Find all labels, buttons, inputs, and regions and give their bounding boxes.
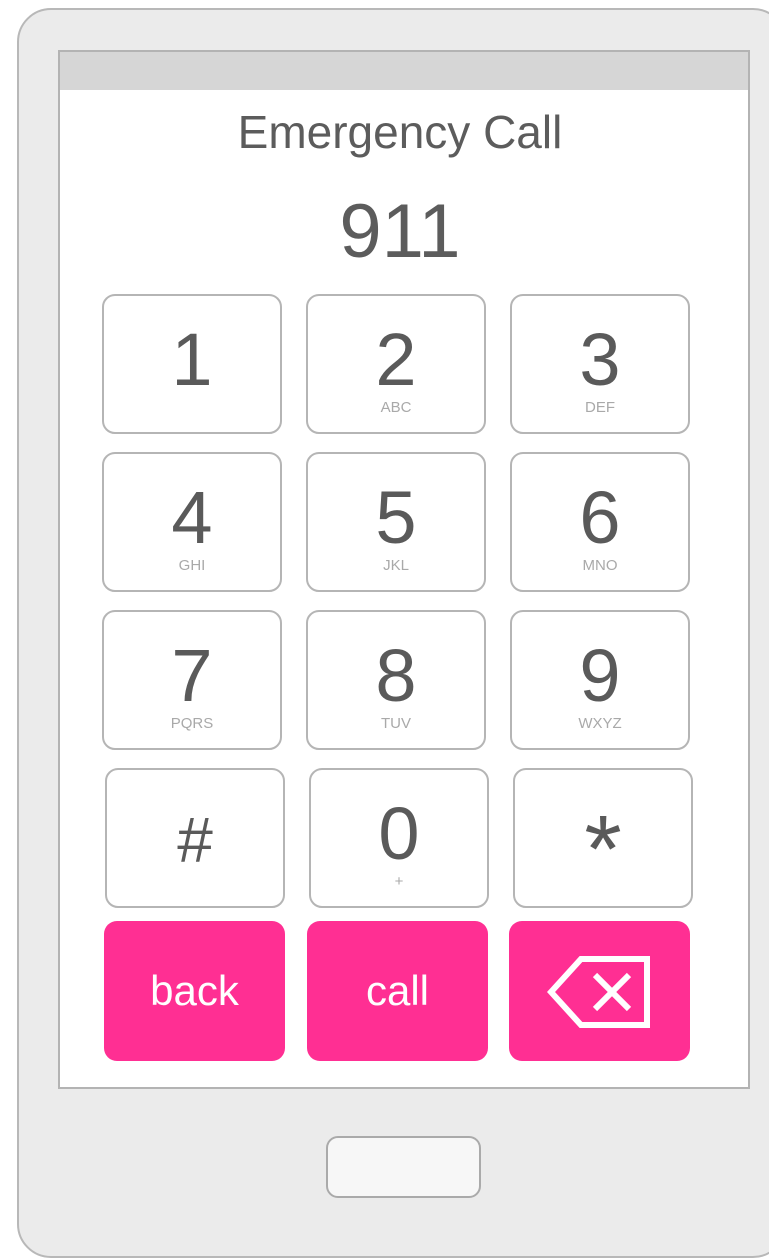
key-6[interactable]: 6 MNO: [510, 452, 690, 592]
key-letters: GHI: [178, 557, 206, 574]
key-letters: WXYZ: [578, 715, 622, 732]
key-letters: ABC: [380, 399, 412, 416]
key-digit: 9: [579, 634, 621, 717]
delete-button[interactable]: [509, 921, 690, 1061]
home-button[interactable]: [326, 1136, 481, 1198]
key-letters: MNO: [582, 557, 618, 574]
key-7[interactable]: 7 PQRS: [102, 610, 282, 750]
back-button[interactable]: back: [104, 921, 285, 1061]
call-button[interactable]: call: [307, 921, 488, 1061]
key-digit: 6: [579, 476, 621, 559]
key-letters: DEF: [585, 399, 615, 416]
key-letters: TUV: [381, 715, 411, 732]
key-digit: 0: [378, 792, 420, 875]
key-digit: 8: [375, 634, 417, 717]
key-letters: PQRS: [170, 715, 214, 732]
key-0[interactable]: 0 +: [309, 768, 489, 908]
back-button-label: back: [150, 967, 239, 1014]
key-digit: 5: [375, 476, 417, 559]
key-4[interactable]: 4 GHI: [102, 452, 282, 592]
key-5[interactable]: 5 JKL: [306, 452, 486, 592]
key-hash[interactable]: #: [105, 768, 285, 908]
key-1[interactable]: 1: [102, 294, 282, 434]
key-digit: 7: [171, 634, 213, 717]
status-bar: [60, 52, 748, 90]
call-button-label: call: [365, 967, 430, 1014]
key-2[interactable]: 2 ABC: [306, 294, 486, 434]
key-3[interactable]: 3 DEF: [510, 294, 690, 434]
key-9[interactable]: 9 WXYZ: [510, 610, 690, 750]
key-digit: 3: [579, 318, 621, 401]
page-title: Emergency Call: [237, 106, 563, 158]
key-8[interactable]: 8 TUV: [306, 610, 486, 750]
key-digit: #: [177, 804, 213, 876]
dialed-number-display: 911: [339, 189, 461, 274]
key-digit: *: [584, 796, 622, 903]
key-letters: +: [394, 873, 404, 890]
key-digit: 4: [171, 476, 213, 559]
key-star[interactable]: *: [513, 768, 693, 908]
key-digit: 1: [171, 318, 213, 401]
backspace-icon: [547, 956, 650, 1028]
key-digit: 2: [375, 318, 417, 401]
key-letters: JKL: [383, 557, 409, 574]
